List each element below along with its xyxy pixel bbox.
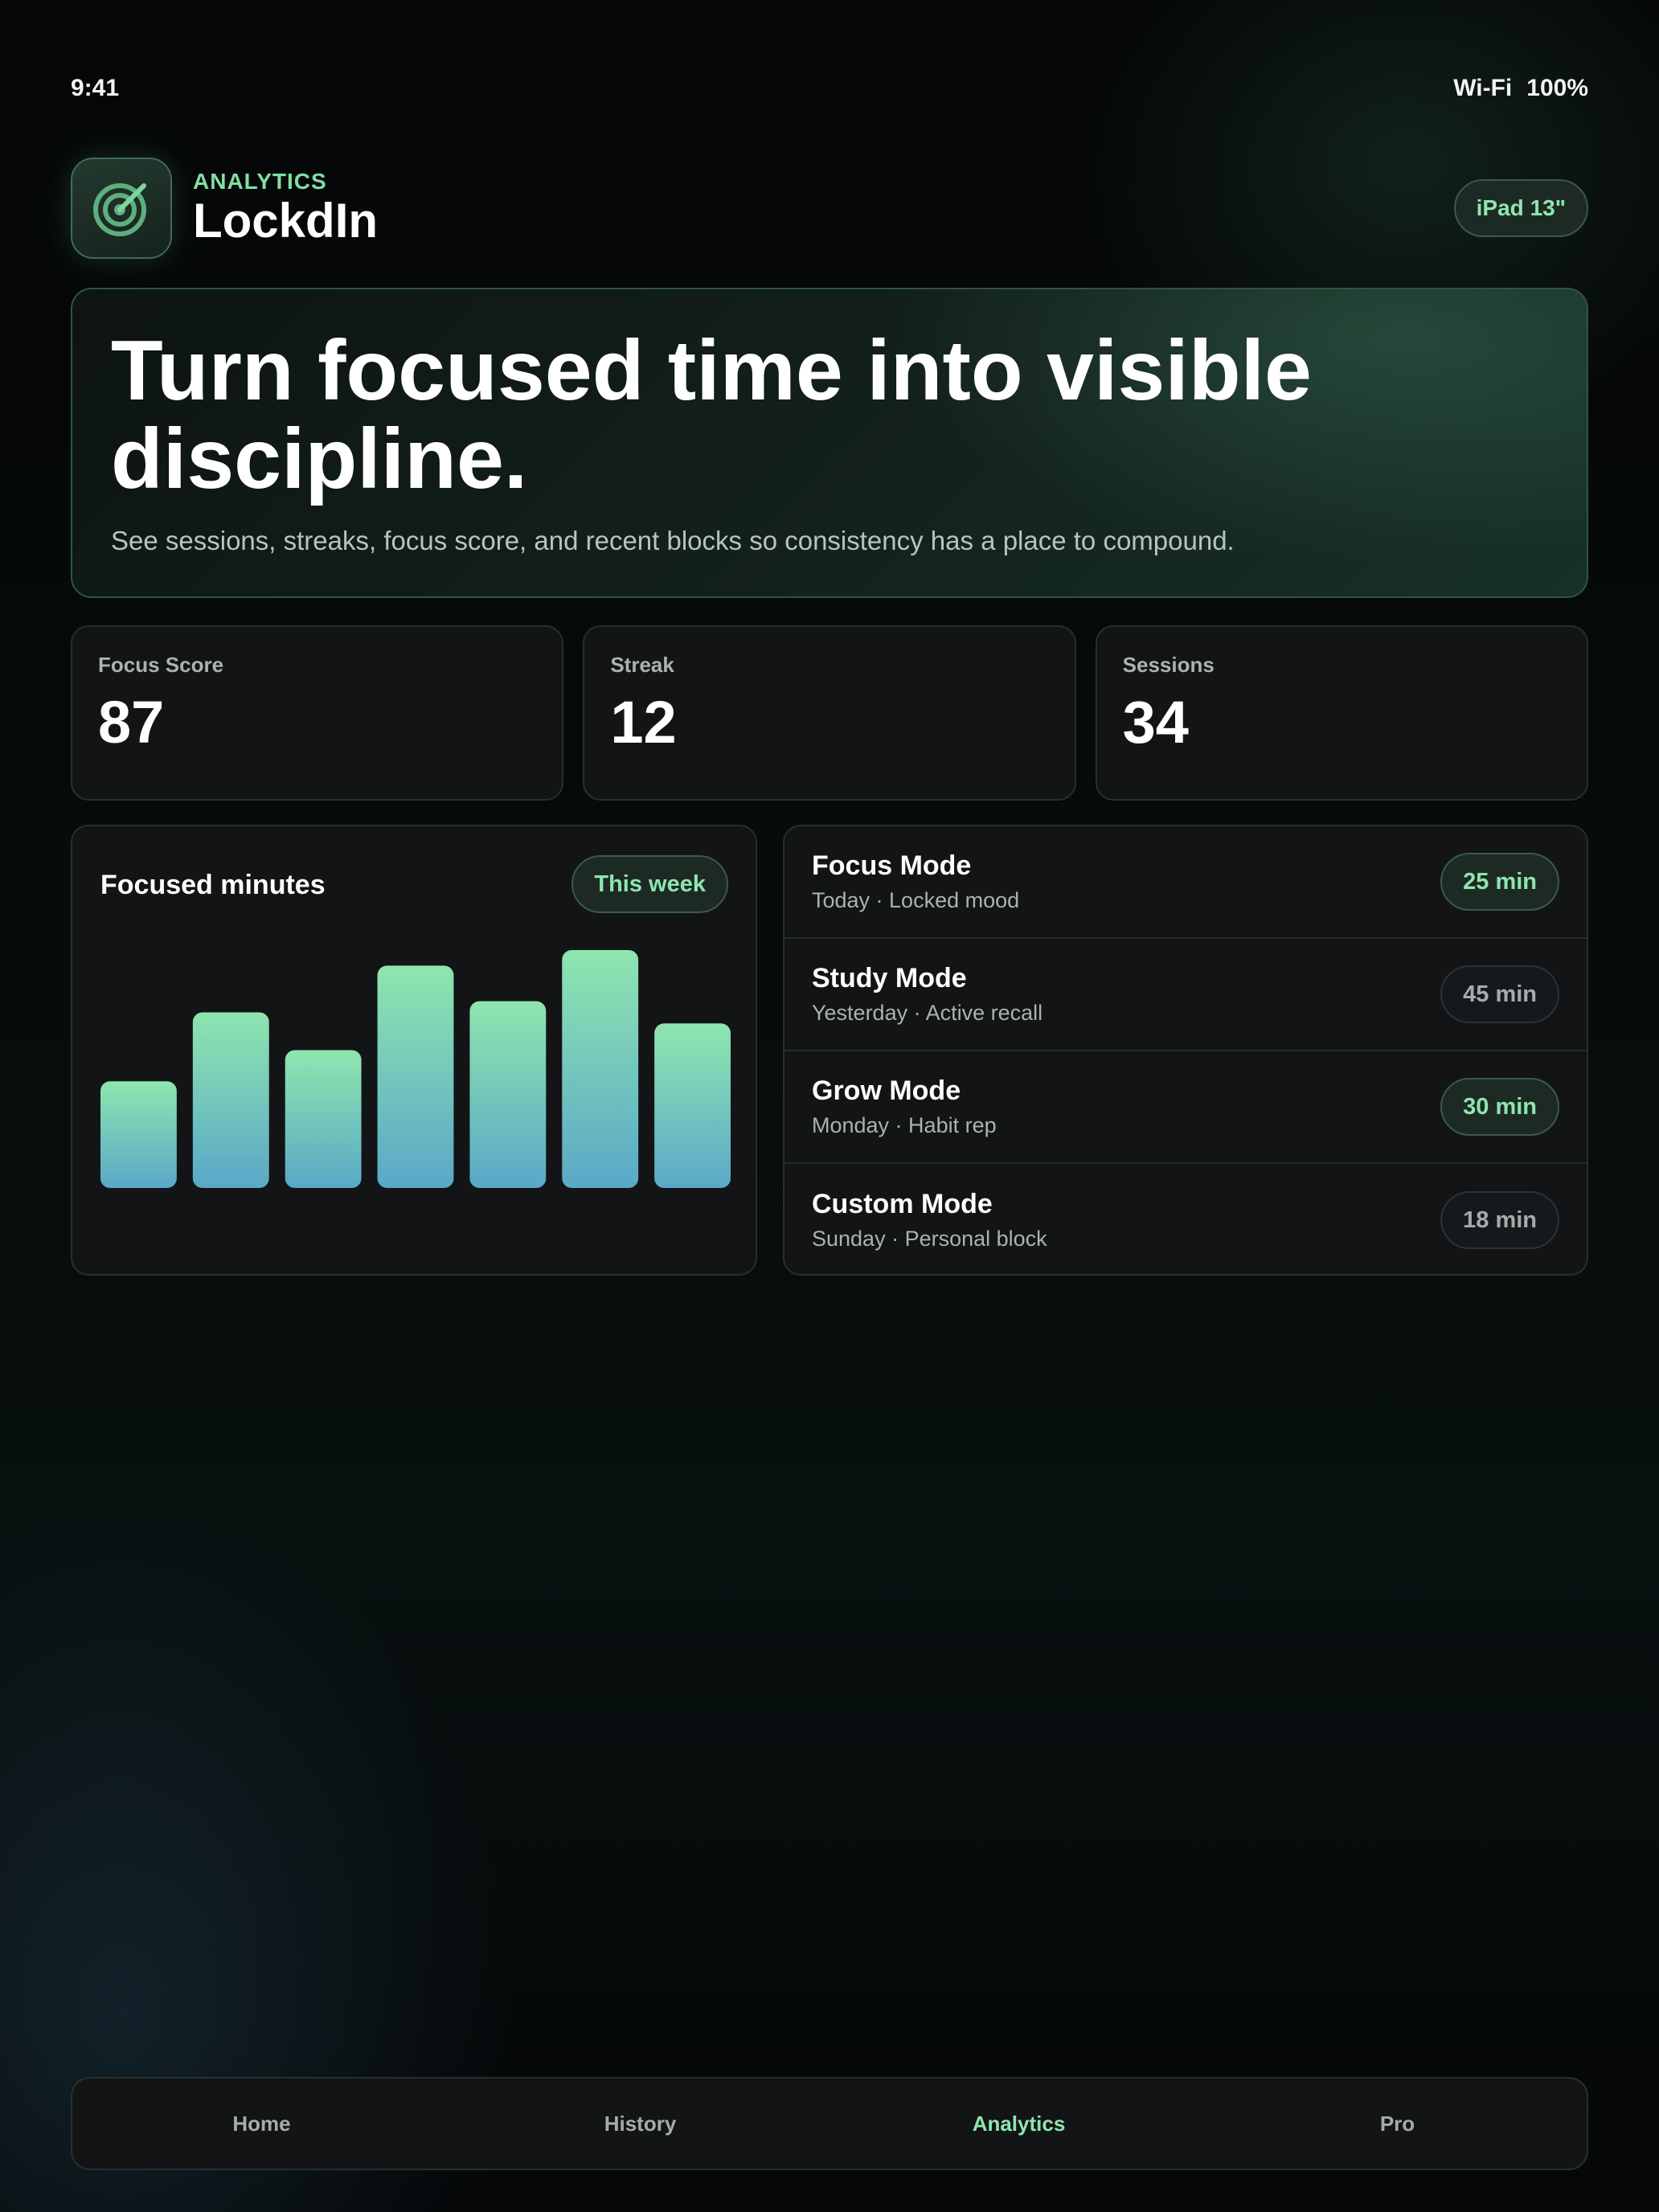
chart-bar-2 [192,1012,269,1188]
chart-bar-4 [377,965,454,1188]
session-text: Custom Mode Sunday · Personal block [812,1189,1047,1251]
session-text: Grow Mode Monday · Habit rep [812,1075,997,1138]
hero-title: Turn focused time into visible disciplin… [111,323,1312,506]
session-row-study-mode[interactable]: Study Mode Yesterday · Active recall 45 … [784,939,1587,1051]
session-subtitle: Monday · Habit rep [812,1113,997,1137]
tab-analytics[interactable]: Analytics [830,2112,1208,2136]
bottom-tab-bar: Home History Analytics Pro [71,2077,1588,2170]
tab-history[interactable]: History [451,2112,830,2136]
battery-status: 100% [1526,75,1588,101]
chart-bar-6 [562,950,639,1188]
recent-sessions-list: Focus Mode Today · Locked mood 25 min St… [783,825,1588,1276]
header-text: ANALYTICS LockdIn [193,169,378,248]
wifi-status: Wi-Fi [1453,75,1513,101]
focused-minutes-card: Focused minutes This week [71,825,757,1276]
stat-value: 12 [610,689,677,756]
hero-card: Turn focused time into visible disciplin… [71,288,1588,598]
stat-label: Sessions [1122,653,1215,677]
session-row-grow-mode[interactable]: Grow Mode Monday · Habit rep 30 min [784,1051,1587,1164]
status-time: 9:41 [71,75,120,101]
week-range-pill[interactable]: This week [571,855,728,913]
stat-label: Focus Score [98,653,224,677]
hero-subtitle: See sessions, streaks, focus score, and … [111,526,1235,555]
stat-label: Streak [610,653,674,677]
session-row-custom-mode[interactable]: Custom Mode Sunday · Personal block 18 m… [784,1164,1587,1274]
session-subtitle: Yesterday · Active recall [812,1001,1043,1025]
session-duration-badge: 18 min [1440,1191,1559,1249]
chart-bar-1 [100,1081,177,1188]
target-icon [93,183,146,236]
session-duration-badge: 30 min [1440,1078,1559,1136]
status-indicators: Wi-Fi 100% [1453,75,1588,102]
device-chip[interactable]: iPad 13" [1453,179,1588,237]
app-header: ANALYTICS LockdIn iPad 13" [71,158,1588,259]
app-logo [71,158,172,259]
session-title: Focus Mode [812,850,972,881]
session-row-focus-mode[interactable]: Focus Mode Today · Locked mood 25 min [784,826,1587,939]
session-title: Grow Mode [812,1075,961,1106]
app-title: LockdIn [193,194,379,248]
tab-home[interactable]: Home [72,2112,451,2136]
session-text: Focus Mode Today · Locked mood [812,850,1019,913]
stat-value: 34 [1122,689,1189,756]
session-title: Study Mode [812,963,967,993]
session-subtitle: Sunday · Personal block [812,1227,1047,1251]
stats-row: Focus Score 87 Streak 12 Sessions 34 [71,625,1588,801]
chart-bar-5 [469,1001,547,1188]
chart-bar-7 [654,1023,731,1188]
session-text: Study Mode Yesterday · Active recall [812,963,1043,1026]
tab-pro[interactable]: Pro [1208,2112,1587,2136]
stat-card-sessions: Sessions 34 [1095,625,1588,801]
stat-card-focus-score: Focus Score 87 [71,625,564,801]
status-bar: 9:41 Wi-Fi 100% [71,72,1588,104]
chart-title: Focused minutes [100,870,326,900]
session-duration-badge: 45 min [1440,965,1559,1023]
stat-value: 87 [98,689,165,756]
session-title: Custom Mode [812,1189,993,1219]
chart-bar-3 [285,1050,362,1188]
session-subtitle: Today · Locked mood [812,888,1020,912]
stat-card-streak: Streak 12 [583,625,1076,801]
session-duration-badge: 25 min [1440,853,1559,911]
section-eyebrow: ANALYTICS [193,169,327,194]
